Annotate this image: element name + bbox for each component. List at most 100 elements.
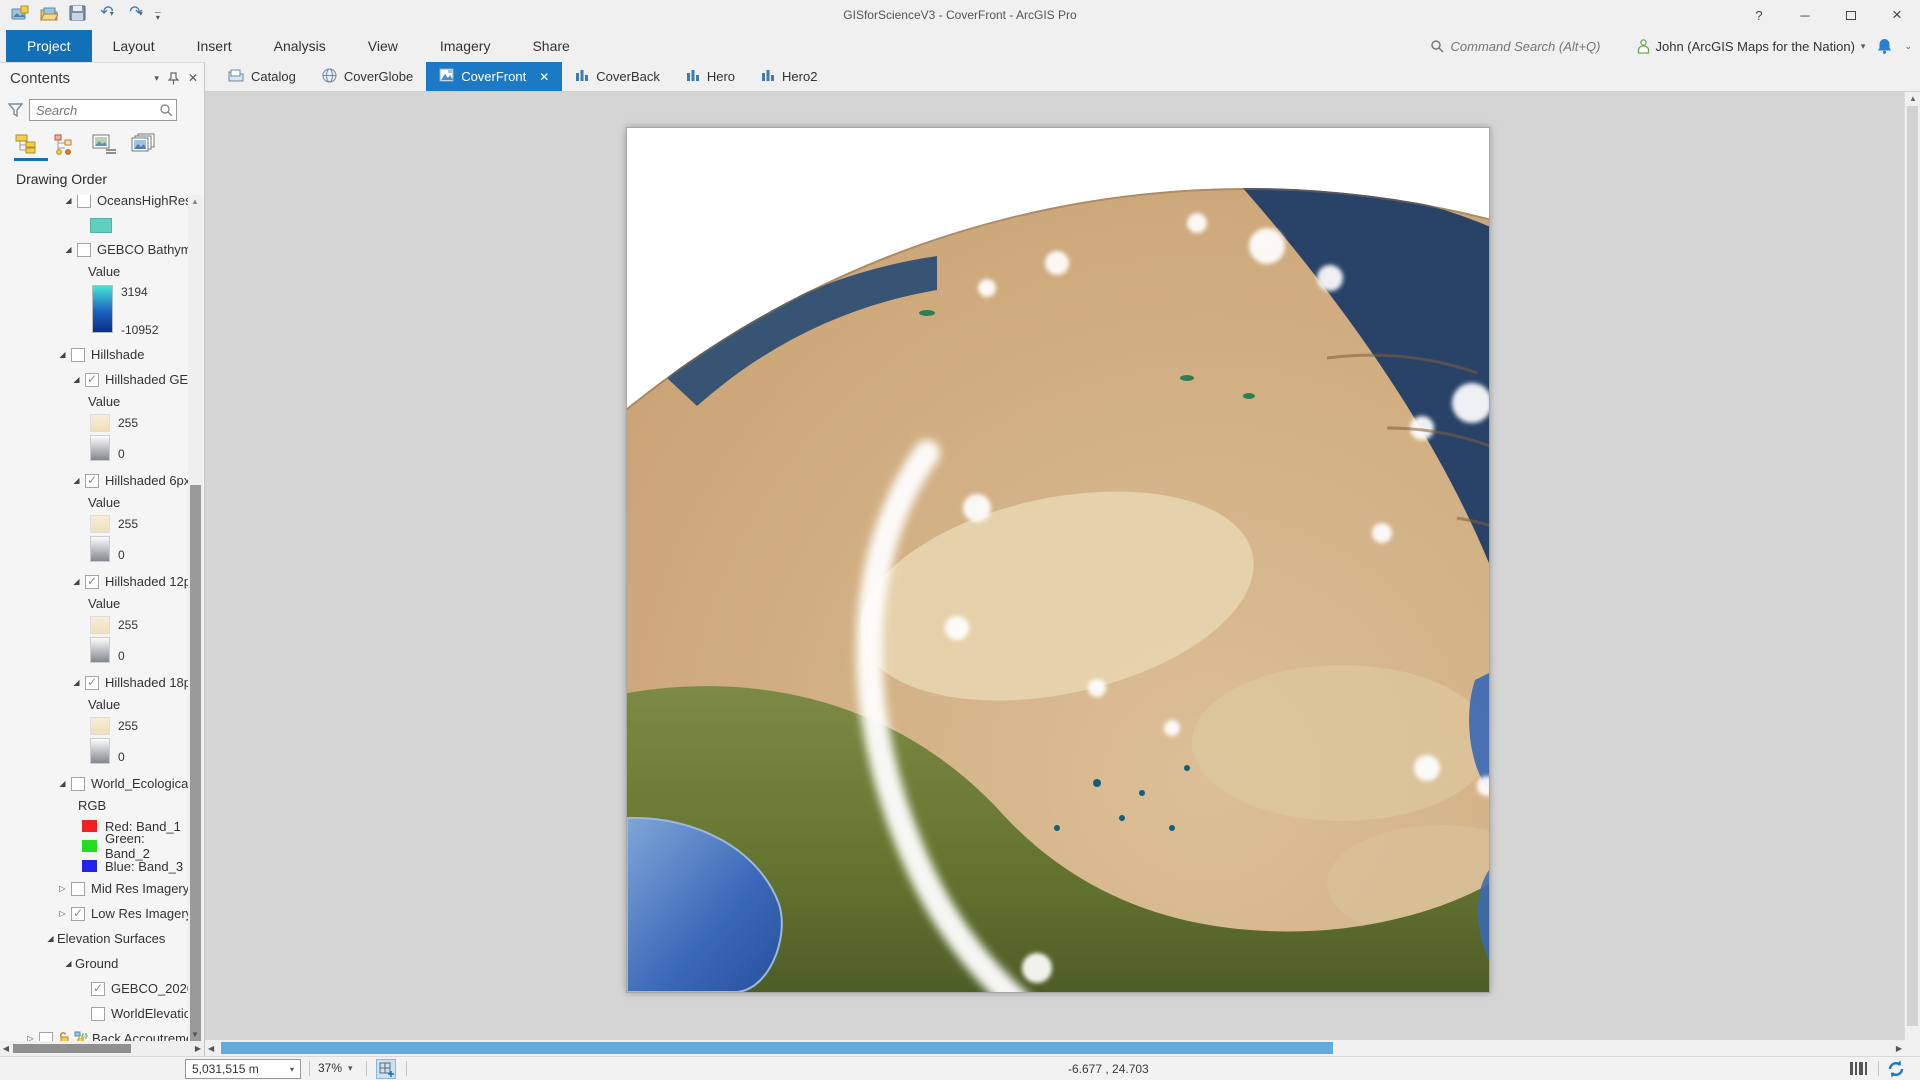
scrollbar-thumb[interactable] — [1907, 106, 1918, 1026]
expand-open-icon[interactable]: ◢ — [70, 577, 83, 586]
scrollbar-thumb[interactable] — [221, 1042, 1333, 1054]
zoom-level-dropdown[interactable]: 37% ▾ — [318, 1061, 353, 1075]
list-by-selection-icon[interactable] — [92, 133, 116, 155]
scroll-right-icon[interactable]: ▶ — [1896, 1044, 1902, 1053]
layer-label[interactable]: Ground — [75, 956, 118, 971]
command-search-input[interactable] — [1451, 39, 1621, 54]
layer-label[interactable]: Hillshaded 12px- — [105, 574, 188, 589]
layer-row[interactable]: ◢Elevation Surfaces — [0, 926, 188, 951]
layer-checkbox[interactable] — [85, 373, 99, 387]
view-tab-hero[interactable]: Hero — [673, 62, 748, 91]
list-by-source-icon[interactable] — [53, 133, 77, 155]
layer-row[interactable]: ◢ Hillshaded 6px-B — [0, 468, 188, 493]
help-button[interactable]: ? — [1736, 0, 1782, 30]
layer-row[interactable]: ◢ OceansHighRes — [0, 195, 188, 213]
layer-checkbox[interactable] — [85, 676, 99, 690]
list-by-snippet-icon[interactable] — [131, 133, 155, 155]
layer-checkbox[interactable] — [91, 1007, 105, 1021]
scroll-up-icon[interactable]: ▲ — [1909, 94, 1917, 103]
view-tab-coverback[interactable]: CoverBack — [562, 62, 673, 91]
layer-checkbox[interactable] — [71, 907, 85, 921]
map-scale-dropdown[interactable]: 5,031,515 m ▾ — [185, 1059, 301, 1079]
layer-label[interactable]: OceansHighRes — [97, 195, 188, 208]
pin-icon[interactable] — [168, 72, 179, 85]
layer-checkbox[interactable] — [39, 1032, 53, 1042]
layer-label[interactable]: Hillshaded 6px-B — [105, 473, 188, 488]
panel-menu-icon[interactable]: ▾ — [154, 73, 159, 84]
layer-row[interactable]: ◢ Hillshaded GEBC — [0, 367, 188, 392]
expand-open-icon[interactable]: ◢ — [70, 476, 83, 485]
layer-row[interactable]: ▷ Back Accoutremer — [0, 1026, 188, 1041]
close-button[interactable]: × — [1874, 0, 1920, 30]
expand-closed-icon[interactable]: ▷ — [56, 909, 69, 918]
ribbon-tab-layout[interactable]: Layout — [92, 30, 176, 62]
map-vertical-scrollbar[interactable]: ▲ — [1904, 92, 1920, 1040]
notifications-bell-icon[interactable] — [1877, 38, 1892, 54]
draw-status-icon[interactable] — [1848, 1060, 1868, 1077]
maximize-button[interactable] — [1828, 0, 1874, 30]
user-account[interactable]: John (ArcGIS Maps for the Nation) ▾ — [1637, 39, 1866, 54]
expand-closed-icon[interactable]: ▷ — [56, 884, 69, 893]
layer-label[interactable]: World_Ecological_2 — [91, 776, 188, 791]
filter-icon[interactable] — [8, 103, 23, 117]
layer-checkbox[interactable] — [77, 243, 91, 257]
layer-label[interactable]: Hillshade — [91, 347, 144, 362]
layer-row[interactable]: ▷ Low Res Imagery — [0, 901, 188, 926]
chevron-down-icon[interactable]: ⌄ — [1904, 41, 1912, 52]
layer-label[interactable]: GEBCO Bathyme — [97, 242, 188, 257]
layer-row[interactable]: ◢ GEBCO Bathyme — [0, 237, 188, 262]
refresh-icon[interactable] — [1886, 1059, 1906, 1079]
expand-open-icon[interactable]: ◢ — [70, 375, 83, 384]
scene-view[interactable] — [205, 92, 1904, 1040]
expand-open-icon[interactable]: ◢ — [56, 779, 69, 788]
contents-search-box[interactable] — [29, 99, 177, 121]
expand-open-icon[interactable]: ◢ — [62, 959, 75, 968]
scroll-right-icon[interactable]: ▶ — [192, 1044, 204, 1053]
expand-open-icon[interactable]: ◢ — [62, 245, 75, 254]
layer-label[interactable]: Mid Res Imagery — [91, 881, 188, 896]
scroll-left-icon[interactable]: ◀ — [208, 1044, 214, 1053]
layer-checkbox[interactable] — [71, 777, 85, 791]
contents-vertical-scrollbar[interactable]: ▲ ▼ — [188, 195, 203, 1041]
contents-horizontal-scrollbar[interactable]: ◀ ▶ — [0, 1041, 204, 1056]
scrollbar-thumb[interactable] — [190, 485, 201, 1065]
layer-row[interactable]: GEBCO_2020.tif — [0, 976, 188, 1001]
ribbon-tab-imagery[interactable]: Imagery — [419, 30, 512, 62]
tab-close-icon[interactable]: ✕ — [539, 70, 549, 84]
map-horizontal-scrollbar[interactable]: ◀ ▶ — [205, 1040, 1920, 1056]
scroll-down-icon[interactable]: ▼ — [191, 1030, 199, 1039]
layer-row[interactable]: ◢ Hillshaded 18px- — [0, 670, 188, 695]
layer-row[interactable]: WorldElevation3 — [0, 1001, 188, 1026]
view-tab-catalog[interactable]: Catalog — [215, 62, 309, 91]
layer-checkbox[interactable] — [71, 348, 85, 362]
scrollbar-thumb[interactable] — [13, 1044, 131, 1053]
layer-checkbox[interactable] — [71, 882, 85, 896]
command-search[interactable] — [1430, 39, 1625, 54]
layer-checkbox[interactable] — [85, 575, 99, 589]
ribbon-tab-insert[interactable]: Insert — [176, 30, 253, 62]
contents-search-input[interactable] — [30, 100, 152, 120]
view-tab-hero2[interactable]: Hero2 — [748, 62, 830, 91]
layout-page[interactable] — [626, 127, 1490, 993]
scroll-up-icon[interactable]: ▲ — [191, 197, 199, 206]
ribbon-tab-view[interactable]: View — [347, 30, 419, 62]
expand-open-icon[interactable]: ◢ — [70, 678, 83, 687]
minimize-button[interactable]: ─ — [1782, 0, 1828, 30]
layer-row[interactable]: ◢ World_Ecological_2 — [0, 771, 188, 796]
expand-closed-icon[interactable]: ▷ — [24, 1034, 37, 1041]
view-tab-coverglobe[interactable]: CoverGlobe — [309, 62, 426, 91]
layer-checkbox[interactable] — [91, 982, 105, 996]
layer-checkbox[interactable] — [77, 195, 91, 208]
layer-label[interactable]: WorldElevation3 — [111, 1006, 188, 1021]
layer-label[interactable]: GEBCO_2020.tif — [111, 981, 188, 996]
layer-label[interactable]: Hillshaded 18px- — [105, 675, 188, 690]
layer-label[interactable]: Low Res Imagery — [91, 906, 188, 921]
scroll-left-icon[interactable]: ◀ — [0, 1044, 12, 1053]
layer-row[interactable]: ▷ Mid Res Imagery — [0, 876, 188, 901]
layer-label[interactable]: Back Accoutremer — [92, 1031, 188, 1041]
expand-open-icon[interactable]: ◢ — [44, 934, 57, 943]
layer-label[interactable]: Hillshaded GEBC — [105, 372, 188, 387]
layer-row[interactable]: ◢Hillshade — [0, 342, 188, 367]
ribbon-tab-share[interactable]: Share — [511, 30, 590, 62]
expand-open-icon[interactable]: ◢ — [62, 196, 75, 205]
